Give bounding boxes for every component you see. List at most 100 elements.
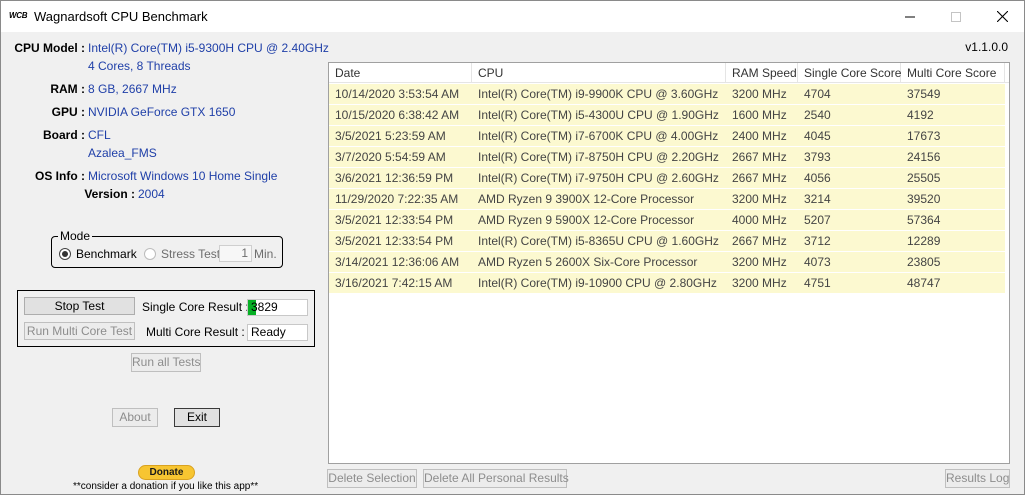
- cell-ram-speed: 1600 MHz: [732, 108, 787, 122]
- delete-selection-button[interactable]: Delete Selection: [327, 469, 417, 488]
- run-all-tests-button[interactable]: Run all Tests: [131, 353, 201, 372]
- cell-date: 11/29/2020 7:22:35 AM: [335, 192, 459, 206]
- results-list-header: Date CPU RAM Speed Single Core Score Mul…: [329, 63, 1009, 83]
- cell-date: 3/7/2020 5:54:59 AM: [335, 150, 446, 164]
- cell-ram-speed: 2400 MHz: [732, 129, 787, 143]
- stress-minutes-unit: Min.: [254, 247, 277, 261]
- table-row[interactable]: 3/5/2021 5:23:59 AM Intel(R) Core(TM) i7-…: [329, 126, 1005, 147]
- cell-single-core-score: 2540: [804, 108, 831, 122]
- table-row[interactable]: 11/29/2020 7:22:35 AM AMD Ryzen 9 3900X 1…: [329, 189, 1005, 210]
- single-core-result-label: Single Core Result :: [142, 300, 249, 314]
- cell-date: 3/16/2021 7:42:15 AM: [335, 276, 453, 290]
- cell-multi-core-score: 17673: [907, 129, 941, 143]
- single-core-result-progress: 3829: [247, 299, 308, 316]
- cell-date: 3/5/2021 5:23:59 AM: [335, 129, 446, 143]
- multi-core-result-label: Multi Core Result :: [146, 325, 245, 339]
- close-icon: [996, 11, 1008, 22]
- cell-single-core-score: 5207: [804, 213, 831, 227]
- cell-ram-speed: 4000 MHz: [732, 213, 787, 227]
- table-row[interactable]: 3/5/2021 12:33:54 PM AMD Ryzen 9 5900X 12…: [329, 210, 1005, 231]
- cell-cpu: Intel(R) Core(TM) i7-6700K CPU @ 4.00GHz: [478, 129, 719, 143]
- cell-multi-core-score: 37549: [907, 87, 941, 101]
- cell-multi-core-score: 57364: [907, 213, 941, 227]
- os-version-label: Version :: [84, 187, 135, 201]
- column-header-ram-speed[interactable]: RAM Speed: [726, 63, 798, 83]
- cell-single-core-score: 3793: [804, 150, 831, 164]
- column-header-multi-core-score[interactable]: Multi Core Score: [901, 63, 1005, 83]
- table-row[interactable]: 10/15/2020 6:38:42 AM Intel(R) Core(TM) i…: [329, 105, 1005, 126]
- cell-ram-speed: 2667 MHz: [732, 234, 787, 248]
- column-header-cpu[interactable]: CPU: [472, 63, 726, 83]
- ram-label: RAM :: [50, 82, 85, 96]
- cell-multi-core-score: 4192: [907, 108, 934, 122]
- cell-ram-speed: 3200 MHz: [732, 192, 787, 206]
- cell-ram-speed: 3200 MHz: [732, 87, 787, 101]
- exit-button[interactable]: Exit: [174, 408, 220, 427]
- minimize-button[interactable]: [887, 1, 933, 32]
- column-header-single-core-score[interactable]: Single Core Score: [798, 63, 901, 83]
- cell-cpu: Intel(R) Core(TM) i5-8365U CPU @ 1.60GHz: [478, 234, 719, 248]
- cell-date: 3/5/2021 12:33:54 PM: [335, 234, 454, 248]
- cell-multi-core-score: 48747: [907, 276, 941, 290]
- cell-date: 10/15/2020 6:38:42 AM: [335, 108, 460, 122]
- table-row[interactable]: 3/6/2021 12:36:59 PM Intel(R) Core(TM) i7…: [329, 168, 1005, 189]
- benchmark-radio[interactable]: [59, 248, 71, 260]
- os-version-value: 2004: [138, 187, 165, 201]
- cell-single-core-score: 4056: [804, 171, 831, 185]
- cell-date: 3/5/2021 12:33:54 PM: [335, 213, 454, 227]
- stop-test-button[interactable]: Stop Test: [24, 297, 135, 315]
- table-row[interactable]: 10/14/2020 3:53:54 AM Intel(R) Core(TM) i…: [329, 84, 1005, 105]
- os-info-label: OS Info :: [35, 169, 85, 183]
- cell-ram-speed: 2667 MHz: [732, 150, 787, 164]
- cell-ram-speed: 2667 MHz: [732, 171, 787, 185]
- cell-multi-core-score: 39520: [907, 192, 941, 206]
- maximize-button[interactable]: [933, 1, 979, 32]
- cpu-model-label: CPU Model :: [14, 41, 85, 55]
- about-button[interactable]: About: [112, 408, 158, 427]
- single-core-result-value: 3829: [251, 300, 278, 314]
- gpu-value: NVIDIA GeForce GTX 1650: [88, 105, 236, 119]
- os-info-value: Microsoft Windows 10 Home Single: [88, 169, 278, 183]
- cpu-model-value: Intel(R) Core(TM) i5-9300H CPU @ 2.40GHz: [88, 41, 329, 55]
- app-logo-icon: WCB: [9, 11, 28, 20]
- stress-test-radio[interactable]: [144, 248, 156, 260]
- table-row[interactable]: 3/7/2020 5:54:59 AM Intel(R) Core(TM) i7-…: [329, 147, 1005, 168]
- cell-cpu: AMD Ryzen 9 3900X 12-Core Processor: [478, 192, 695, 206]
- table-row[interactable]: 3/16/2021 7:42:15 AM Intel(R) Core(TM) i9…: [329, 273, 1005, 294]
- cell-single-core-score: 3712: [804, 234, 831, 248]
- cell-cpu: Intel(R) Core(TM) i7-8750H CPU @ 2.20GHz: [478, 150, 719, 164]
- cell-single-core-score: 3214: [804, 192, 831, 206]
- stress-test-radio-label[interactable]: Stress Test: [161, 247, 220, 261]
- cell-single-core-score: 4045: [804, 129, 831, 143]
- cell-single-core-score: 4073: [804, 255, 831, 269]
- cell-date: 3/6/2021 12:36:59 PM: [335, 171, 454, 185]
- donate-button[interactable]: Donate: [138, 465, 195, 480]
- test-controls-box: Stop Test Single Core Result : 3829 Run …: [17, 290, 315, 347]
- cell-cpu: Intel(R) Core(TM) i5-4300U CPU @ 1.90GHz: [478, 108, 719, 122]
- donate-note: **consider a donation if you like this a…: [73, 481, 259, 492]
- column-header-date[interactable]: Date: [329, 63, 472, 83]
- benchmark-radio-label[interactable]: Benchmark: [76, 247, 137, 261]
- delete-all-personal-results-button[interactable]: Delete All Personal Results: [423, 469, 569, 488]
- table-row[interactable]: 3/14/2021 12:36:06 AM AMD Ryzen 5 2600X S…: [329, 252, 1005, 273]
- cpu-cores-value: 4 Cores, 8 Threads: [88, 59, 191, 73]
- run-multi-core-test-button[interactable]: Run Multi Core Test: [24, 322, 135, 340]
- maximize-icon: [951, 11, 961, 22]
- cell-ram-speed: 3200 MHz: [732, 276, 787, 290]
- table-row[interactable]: 3/5/2021 12:33:54 PM Intel(R) Core(TM) i5…: [329, 231, 1005, 252]
- results-list[interactable]: Date CPU RAM Speed Single Core Score Mul…: [328, 62, 1010, 464]
- cell-cpu: AMD Ryzen 9 5900X 12-Core Processor: [478, 213, 695, 227]
- close-button[interactable]: [979, 1, 1025, 32]
- window-title: Wagnardsoft CPU Benchmark: [34, 9, 208, 24]
- gpu-label: GPU :: [51, 105, 85, 119]
- stress-minutes-input[interactable]: 1: [219, 245, 252, 262]
- results-log-button[interactable]: Results Log: [945, 469, 1010, 488]
- cell-ram-speed: 3200 MHz: [732, 255, 787, 269]
- cell-cpu: Intel(R) Core(TM) i7-9750H CPU @ 2.60GHz: [478, 171, 719, 185]
- cell-single-core-score: 4751: [804, 276, 831, 290]
- board-value: CFL: [88, 128, 111, 142]
- title-bar[interactable]: WCB Wagnardsoft CPU Benchmark: [1, 1, 1024, 32]
- cell-date: 3/14/2021 12:36:06 AM: [335, 255, 460, 269]
- app-window: WCB Wagnardsoft CPU Benchmark CPU Model …: [0, 0, 1025, 495]
- cell-multi-core-score: 24156: [907, 150, 941, 164]
